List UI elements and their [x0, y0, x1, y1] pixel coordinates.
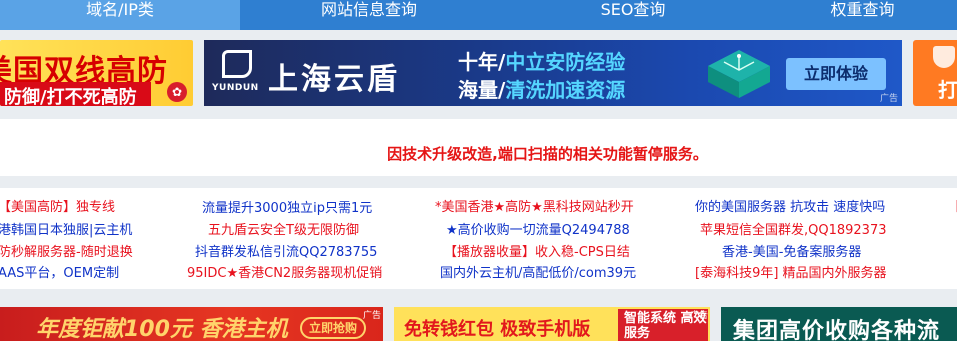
text-ad-link[interactable]: 95IDC★香港CN2服务器现机促销 [187, 264, 382, 284]
text-ad-link[interactable]: 国内外云主机/高配低价/com39元 [440, 264, 636, 284]
top-nav: 域名/IP类 网站信息查询 SEO查询 权重查询 [0, 0, 957, 30]
text-ad-link[interactable]: 苹果短信全国群发,QQ1892373 [700, 221, 887, 241]
ad-headline: 免转钱红包 极致手机版 [404, 319, 591, 340]
ad-banner-traffic[interactable]: 集团高价收购各种流 [721, 307, 957, 341]
notice-panel: 因技术升级改造,端口扫描的相关功能暂停服务。 [0, 119, 957, 176]
ad-slogan-2: 海量/清洗加速资源 [458, 74, 625, 103]
text-ad-link[interactable]: 抖音群发私信引流QQ2783755 [195, 243, 377, 263]
notice-message: 因技术升级改造,端口扫描的相关功能暂停服务。 [387, 145, 708, 163]
text-ad-link[interactable]: 你的美国服务器 抗攻击 速度快吗 [695, 198, 885, 218]
ad-slogan-2a: 海量/ [458, 78, 506, 102]
ad-slogan-1b: 中立安防经验 [505, 50, 626, 74]
ad-banner-red-packet[interactable]: 免转钱红包 极致手机版 智能系统 高效服务 广告 [394, 307, 710, 341]
text-ad-link[interactable]: 流量提升3000独立ip只需1元 [202, 199, 372, 219]
ad-tag: 广告 [689, 311, 708, 321]
text-ad-links: 【美国高防】独专线 港韩国日本独服|云主机 防秒解服务器-随时退换 AAS平台，… [0, 188, 957, 289]
try-now-button[interactable]: 立即体验 [786, 58, 886, 90]
text-ad-link[interactable]: 港韩国日本独服|云主机 [0, 221, 132, 241]
text-ad-link[interactable]: *美国香港★高防★黑科技网站秒开 [435, 198, 634, 218]
yundun-logo-mark-icon [222, 50, 252, 78]
ad-subline: 防御/打不死高防 [0, 82, 151, 106]
yundun-logo: YUNDUN [212, 50, 262, 96]
text-ad-link[interactable]: 香港-美国-免备案服务器 [722, 243, 861, 263]
ad-slogan-1: 十年/中立安防经验 [458, 46, 625, 75]
ad-banner-hk-host[interactable]: 年度钜献100元 香港主机 立即抢购 广告 [0, 307, 383, 341]
circuit-cube-icon [708, 50, 770, 98]
nav-tab-site-info[interactable]: 网站信息查询 [240, 0, 498, 30]
text-ad-link[interactable]: [泰海科技9年] 精品国内外服务器 [695, 264, 887, 284]
ad-headline: 集团高价收购各种流 [733, 319, 941, 341]
ad-banner-yundun[interactable]: YUNDUN 上海云盾 十年/中立安防经验 海量/清洗加速资源 立即体验 广告 [204, 40, 902, 106]
text-ad-link[interactable]: AAS平台，OEM定制 [0, 264, 119, 284]
ad-slogan-2b: 清洗加速资源 [505, 78, 626, 102]
ad-banner-right[interactable]: 打 [913, 40, 957, 106]
text-ad-link-cutoff: 【 [948, 198, 957, 218]
nav-tab-weight[interactable]: 权重查询 [768, 0, 957, 30]
hk-flower-icon: ✿ [167, 82, 187, 102]
page: 域名/IP类 网站信息查询 SEO查询 权重查询 美国双线高防 防御/打不死高防… [0, 0, 957, 341]
ad-right-text: 打 [938, 78, 957, 102]
ad-slogan-1a: 十年/ [458, 50, 506, 74]
text-ad-link[interactable]: 五九盾云安全T级无限防御 [208, 221, 359, 241]
text-ad-link[interactable]: ★高价收购一切流量Q2494788 [446, 221, 630, 241]
ad-headline: 年度钜献100元 香港主机 [36, 317, 288, 341]
banner-row: 美国双线高防 防御/打不死高防 ✿ YUNDUN 上海云盾 十年/中立安防经验 … [0, 40, 957, 106]
buy-now-button[interactable]: 立即抢购 [300, 317, 366, 339]
text-ad-link[interactable]: 【美国高防】独专线 [0, 198, 115, 218]
yundun-brand: YUNDUN [212, 83, 259, 93]
text-ad-link[interactable]: 【播放器收量】收入稳-CPS日结 [444, 243, 630, 263]
nav-tab-domain-ip[interactable]: 域名/IP类 [0, 0, 240, 30]
shield-icon [933, 46, 955, 68]
bottom-banner-row: 年度钜献100元 香港主机 立即抢购 广告 免转钱红包 极致手机版 智能系统 高… [0, 307, 957, 341]
ad-banner-us-defense[interactable]: 美国双线高防 防御/打不死高防 ✿ [0, 40, 193, 106]
nav-tab-seo[interactable]: SEO查询 [498, 0, 768, 30]
ad-brand-name: 上海云盾 [268, 62, 400, 97]
ad-tag: 广告 [362, 311, 381, 321]
ad-tag: 广告 [879, 94, 898, 104]
text-ad-link[interactable]: 防秒解服务器-随时退换 [0, 243, 133, 263]
